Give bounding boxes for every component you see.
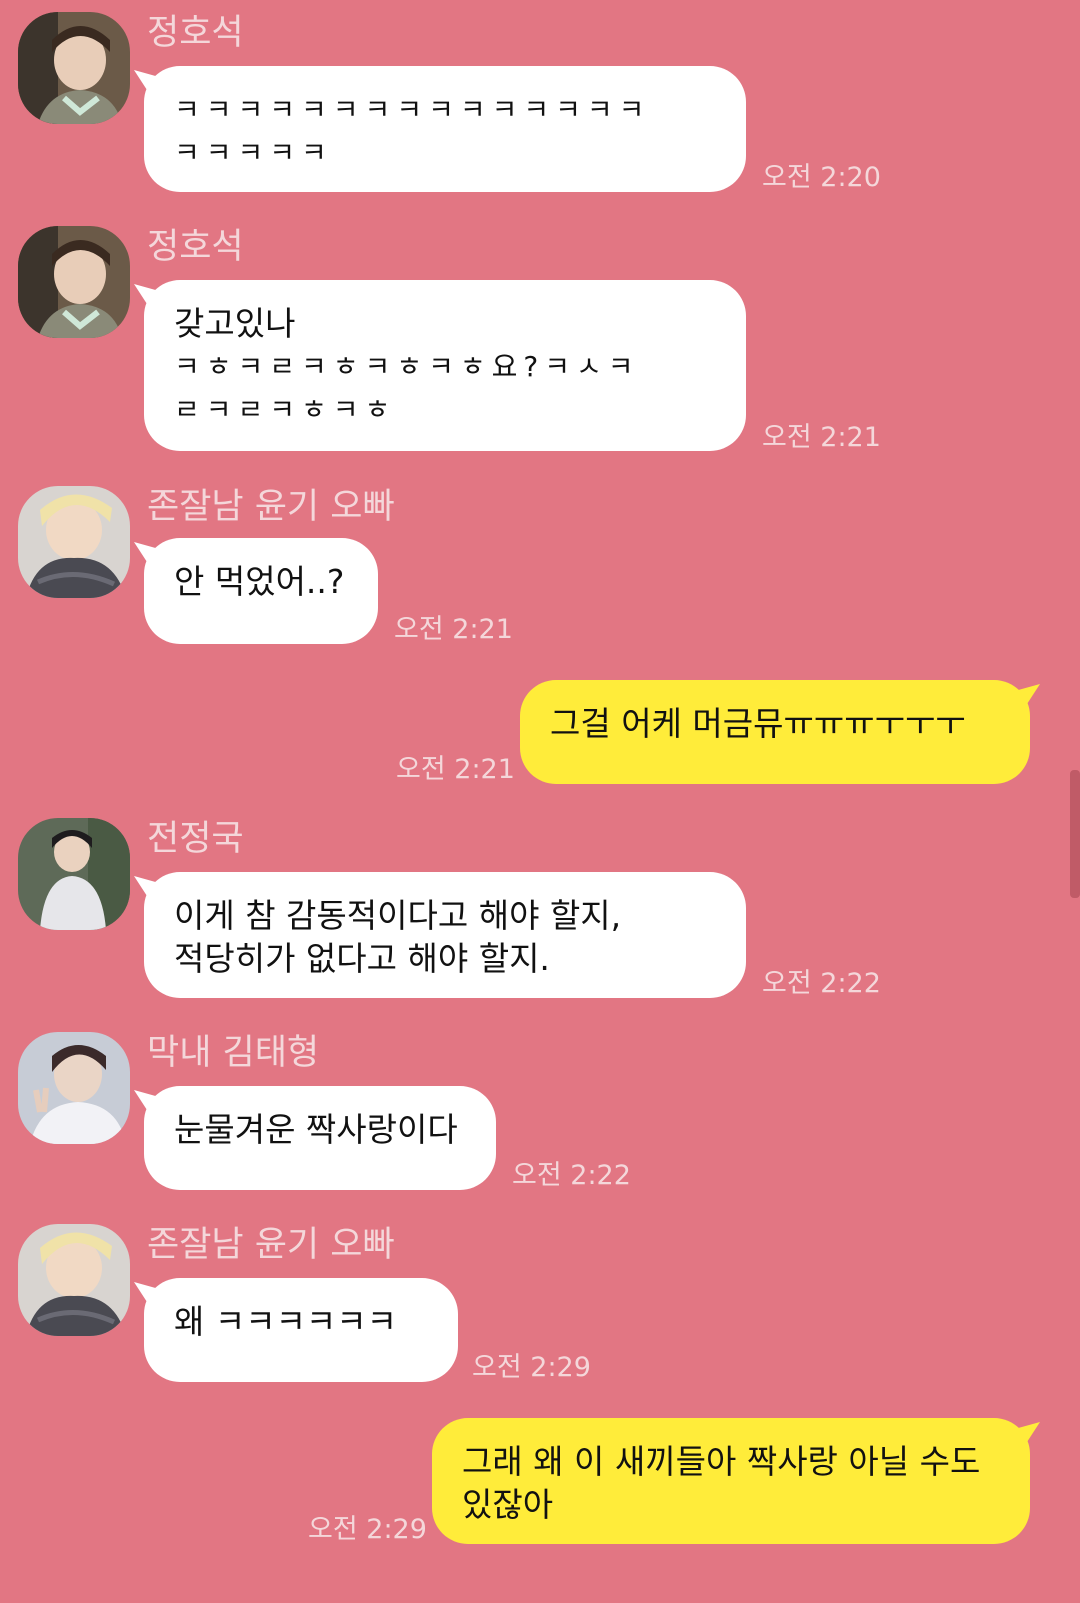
message-bubble[interactable]: 그걸 어케 머금뮤ㅠㅠㅠㅜㅜㅜ xyxy=(520,680,1030,784)
sender-name: 존잘남 윤기 오빠 xyxy=(147,487,395,527)
message-bubble[interactable]: 안 먹었어..? xyxy=(144,538,378,644)
chat-room: 정호석 ㅋㅋㅋㅋㅋㅋㅋㅋㅋㅋㅋㅋㅋㅋㅋ ㅋㅋㅋㅋㅋ 오전 2:20 정호석 갖고… xyxy=(0,0,1080,1603)
message-text: 눈물겨운 짝사랑이다 xyxy=(174,1110,458,1149)
message-bubble[interactable]: 이게 참 감동적이다고 해야 할지, 적당히가 없다고 해야 할지. xyxy=(144,872,746,998)
message-bubble[interactable]: 왜 ㅋㅋㅋㅋㅋㅋ xyxy=(144,1278,458,1382)
avatar-jungkook[interactable] xyxy=(18,818,130,930)
sender-name: 존잘남 윤기 오빠 xyxy=(147,1225,395,1265)
message-bubble[interactable]: 갖고있나 ㅋㅎㅋㄹㅋㅎㅋㅎㅋㅎ요?ㅋㅅㅋ ㄹㅋㄹㅋㅎㅋㅎ xyxy=(144,280,746,451)
message-time: 오전 2:29 xyxy=(472,1352,591,1383)
message-text: 있잖아 xyxy=(462,1485,554,1524)
avatar-hoseok[interactable] xyxy=(18,12,130,124)
message-text: ㅋㅎㅋㄹㅋㅎㅋㅎㅋㅎ요?ㅋㅅㅋ xyxy=(174,350,640,383)
message-text: ㅋㅋㅋㅋㅋ xyxy=(174,136,333,169)
scrollbar[interactable] xyxy=(1070,770,1080,898)
message-text: 적당히가 없다고 해야 할지. xyxy=(174,939,550,978)
message-time: 오전 2:22 xyxy=(512,1160,631,1191)
message-text: 이게 참 감동적이다고 해야 할지, xyxy=(174,896,622,935)
message-bubble[interactable]: 눈물겨운 짝사랑이다 xyxy=(144,1086,496,1190)
message-time: 오전 2:21 xyxy=(394,614,513,645)
message-bubble[interactable]: 그래 왜 이 새끼들아 짝사랑 아닐 수도 있잖아 xyxy=(432,1418,1030,1544)
sender-name: 전정국 xyxy=(147,819,244,859)
message-time: 오전 2:22 xyxy=(762,968,881,999)
message-time: 오전 2:20 xyxy=(762,162,881,193)
avatar-taehyung[interactable] xyxy=(18,1032,130,1144)
sender-name: 정호석 xyxy=(147,227,244,267)
message-text: 안 먹었어..? xyxy=(174,562,345,601)
sender-name: 막내 김태형 xyxy=(147,1033,320,1073)
message-text: 갖고있나 xyxy=(174,304,296,343)
message-time: 오전 2:21 xyxy=(762,422,881,453)
message-text: 왜 ㅋㅋㅋㅋㅋㅋ xyxy=(174,1302,398,1341)
avatar-yoongi[interactable] xyxy=(18,1224,130,1336)
message-bubble[interactable]: ㅋㅋㅋㅋㅋㅋㅋㅋㅋㅋㅋㅋㅋㅋㅋ ㅋㅋㅋㅋㅋ xyxy=(144,66,746,192)
message-text: 그걸 어케 머금뮤ㅠㅠㅠㅜㅜㅜ xyxy=(550,704,966,743)
avatar-hoseok[interactable] xyxy=(18,226,130,338)
message-text: ㅋㅋㅋㅋㅋㅋㅋㅋㅋㅋㅋㅋㅋㅋㅋ xyxy=(174,93,651,126)
message-time: 오전 2:21 xyxy=(396,754,515,785)
sender-name: 정호석 xyxy=(147,13,244,53)
avatar-yoongi[interactable] xyxy=(18,486,130,598)
message-time: 오전 2:29 xyxy=(308,1514,427,1545)
message-text: ㄹㅋㄹㅋㅎㅋㅎ xyxy=(174,393,397,426)
message-text: 그래 왜 이 새끼들아 짝사랑 아닐 수도 xyxy=(462,1442,981,1481)
